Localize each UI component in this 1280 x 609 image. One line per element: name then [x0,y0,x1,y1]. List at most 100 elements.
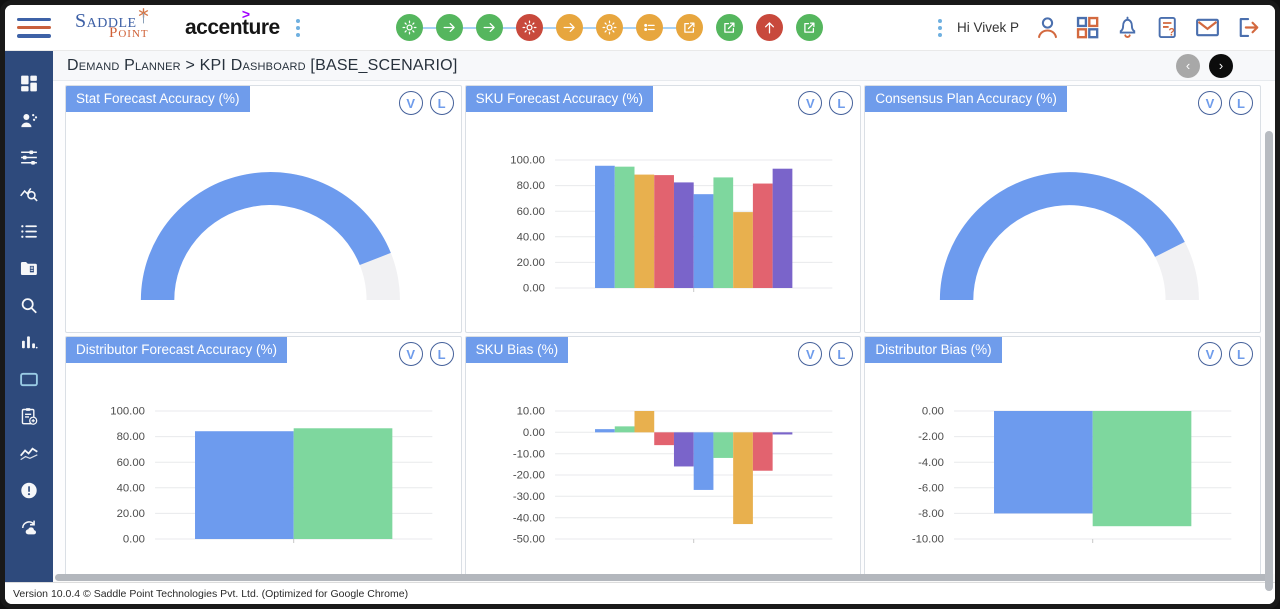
workflow-step-form-icon[interactable] [636,14,664,41]
sidebar-item-sync[interactable] [18,517,40,538]
horizontal-scrollbar-thumb[interactable] [55,574,1273,581]
svg-text:80.00: 80.00 [516,180,544,192]
scenario-prev-button[interactable]: ‹ [1176,53,1200,78]
legend-button[interactable]: L [1228,342,1253,366]
chart-svg: 0.00 -2.00 -4.00 -6.00 -8.00 -10.00 [912,406,1232,546]
view-button[interactable]: V [1197,342,1222,366]
app-window: Saddle Point > accenture Hi Vivek P ? De… [0,0,1280,609]
mail-icon[interactable] [1194,14,1221,41]
hamburger-menu-icon[interactable] [17,16,51,40]
app-footer: Version 10.0.4 © Saddle Point Technologi… [5,582,1275,604]
panel-title: SKU Forecast Accuracy (%) [465,86,653,112]
workflow-step-export-icon[interactable] [796,14,824,41]
vertical-scrollbar[interactable] [1265,131,1273,591]
breadcrumb-bar: Demand Planner > KPI Dashboard [BASE_SCE… [53,51,1275,81]
svg-text:60.00: 60.00 [516,206,544,218]
view-button[interactable]: V [1197,91,1222,115]
scenario-next-button[interactable]: › [1209,53,1233,78]
help-doc-icon[interactable]: ? [1154,14,1181,41]
header-right: Hi Vivek P ? [936,14,1261,41]
sidebar-item-chart-search[interactable] [18,184,40,205]
user-greeting: Hi Vivek P [956,20,1019,35]
stat-forecast-accuracy-chart [66,150,461,332]
distributor-bias-chart: 0.00 -2.00 -4.00 -6.00 -8.00 -10.00 [865,401,1260,574]
sidebar-item-dashboard[interactable] [18,73,40,94]
brand-area: Saddle Point > accenture [75,6,302,46]
panel-distributor-bias: Distributor Bias (%) V L 0.00 -2.00 -4.00 -… [864,336,1261,574]
sidebar-nav [5,51,53,582]
grid-icon[interactable] [1074,14,1101,41]
brand-menu-dots-icon[interactable] [294,17,302,39]
header-menu-dots-icon[interactable] [936,17,944,39]
chart-svg: 100.00 80.00 60.00 40.00 20.00 0.00 [110,406,433,546]
sidebar-item-users[interactable] [18,110,40,131]
app-header: Saddle Point > accenture Hi Vivek P ? [5,5,1275,51]
legend-button[interactable]: L [429,342,454,366]
svg-text:10.00: 10.00 [516,406,544,418]
workflow-step-arrow-up-icon[interactable] [756,14,784,41]
user-icon[interactable] [1034,14,1061,41]
sidebar-item-folder-doc[interactable] [18,258,40,279]
chart-svg [940,172,1200,300]
view-button[interactable]: V [798,91,823,115]
svg-text:40.00: 40.00 [516,231,544,243]
svg-text:60.00: 60.00 [117,457,145,469]
svg-text:100.00: 100.00 [510,155,545,167]
sku-forecast-accuracy-chart: 100.00 80.00 60.00 40.00 20.00 0.00 [466,150,861,332]
view-button[interactable]: V [398,91,423,115]
chart-svg: 10.00 0.00 -10.00 -20.00 -30.00 -40.00 -50.00 [512,406,832,546]
sidebar-item-clipboard-add[interactable] [18,406,40,427]
view-button[interactable]: V [398,342,423,366]
sidebar-item-card[interactable] [18,369,40,390]
panel-title: Stat Forecast Accuracy (%) [66,86,250,112]
workflow-step-gear-icon[interactable] [396,14,424,41]
main-content: Demand Planner > KPI Dashboard [BASE_SCE… [53,51,1275,591]
legend-button[interactable]: L [829,342,854,366]
accenture-logo-text: accenture [185,15,280,39]
sku-bias-chart: 10.00 0.00 -10.00 -20.00 -30.00 -40.00 -50.00 [466,401,861,574]
workflow-step-arrow-right-icon[interactable] [556,14,584,41]
sidebar-item-alert[interactable] [18,480,40,501]
workflow-step-gear-icon[interactable] [596,14,624,41]
logout-icon[interactable] [1234,14,1261,41]
panel-title: Consensus Plan Accuracy (%) [865,86,1067,112]
chart-svg: 100.00 80.00 60.00 40.00 20.00 0.00 [510,155,832,295]
workflow-step-export-icon[interactable] [716,14,744,41]
svg-text:100.00: 100.00 [110,406,145,418]
svg-text:0.00: 0.00 [523,427,545,439]
svg-text:-8.00: -8.00 [918,508,944,520]
bell-icon[interactable] [1114,14,1141,41]
svg-text:-20.00: -20.00 [512,470,544,482]
workflow-step-export-icon[interactable] [676,14,704,41]
consensus-plan-accuracy-chart [865,150,1260,332]
svg-text:-40.00: -40.00 [512,512,544,524]
legend-button[interactable]: L [429,91,454,115]
legend-button[interactable]: L [829,91,854,115]
sidebar-item-list[interactable] [18,221,40,242]
horizontal-scrollbar[interactable] [53,574,1275,582]
svg-text:-6.00: -6.00 [918,482,944,494]
panel-stat-forecast-accuracy: Stat Forecast Accuracy (%) V L [65,85,462,333]
svg-text:-2.00: -2.00 [918,431,944,443]
view-button[interactable]: V [798,342,823,366]
panel-consensus-plan-accuracy: Consensus Plan Accuracy (%) V L [864,85,1261,333]
sidebar-item-bar-chart[interactable] [18,332,40,353]
panel-sku-forecast-accuracy: SKU Forecast Accuracy (%) V L 100.00 80.0… [464,85,862,333]
accenture-gt-icon: > [241,5,250,22]
svg-text:-30.00: -30.00 [512,491,544,503]
legend-button[interactable]: L [1228,91,1253,115]
workflow-status-bar [396,14,824,41]
sidebar-item-trend[interactable] [18,443,40,464]
workflow-step-arrow-right-icon[interactable] [436,14,464,41]
vertical-scrollbar-thumb[interactable] [1265,131,1273,591]
chart-svg [140,172,400,300]
panel-title: Distributor Bias (%) [865,337,1002,363]
svg-text:20.00: 20.00 [516,257,544,269]
sidebar-item-search[interactable] [18,295,40,316]
workflow-step-arrow-right-icon[interactable] [476,14,504,41]
sidebar-item-sliders[interactable] [18,147,40,168]
workflow-step-gear-icon[interactable] [516,14,544,41]
panel-title: SKU Bias (%) [465,337,569,363]
svg-text:80.00: 80.00 [117,431,145,443]
workflow-chain [396,14,704,41]
